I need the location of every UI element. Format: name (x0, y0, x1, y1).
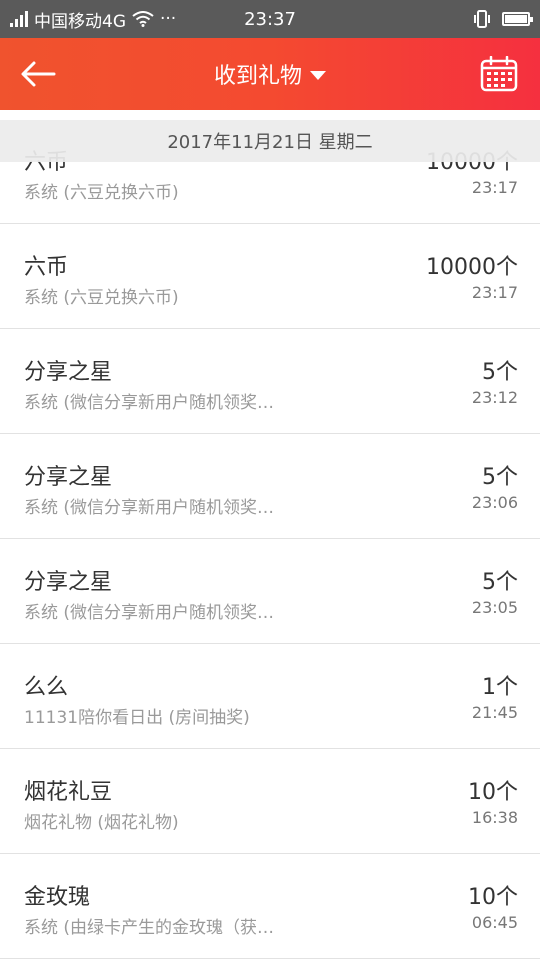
list-item[interactable]: 金玫瑰 系统 (由绿卡产生的金玫瑰（获… 10个 06:45 (0, 855, 540, 959)
gift-time: 23:05 (471, 598, 518, 617)
gift-source: 系统 (微信分享新用户随机领奖… (24, 603, 275, 623)
gift-time: 23:17 (471, 283, 518, 302)
gift-source: 系统 (六豆兑换六币) (24, 183, 179, 203)
list-item[interactable]: 么么 11131陪你看日出 (房间抽奖) 1个 21:45 (0, 645, 540, 749)
date-header: 2017年11月21日 星期二 (0, 120, 540, 162)
gift-name: 分享之星 (24, 570, 113, 595)
gift-time: 23:17 (471, 178, 518, 197)
vibrate-icon (474, 10, 490, 28)
gift-quantity: 5个 (482, 360, 518, 385)
gift-quantity: 5个 (482, 570, 518, 595)
gift-name: 金玫瑰 (24, 885, 91, 910)
signal-icon (10, 11, 28, 27)
gift-list[interactable]: 2017年11月21日 星期二 六币 系统 (六豆兑换六币) 10000个 23… (0, 110, 540, 960)
gift-source: 系统 (微信分享新用户随机领奖… (24, 393, 275, 413)
gift-time: 16:38 (471, 808, 518, 827)
list-item[interactable]: 分享之星 系统 (微信分享新用户随机领奖… 5个 23:12 (0, 330, 540, 434)
gift-quantity: 1个 (482, 675, 518, 700)
gift-time: 21:45 (471, 703, 518, 722)
status-left: 中国移动4G ··· (10, 7, 176, 32)
gift-time: 06:45 (471, 913, 518, 932)
gift-source: 系统 (微信分享新用户随机领奖… (24, 498, 275, 518)
gift-name: 六币 (24, 255, 69, 280)
status-bar: 中国移动4G ··· 23:37 (0, 0, 540, 38)
gift-source: 烟花礼物 (烟花礼物) (24, 813, 179, 833)
caret-down-icon (310, 70, 326, 80)
app-bar: 收到礼物 (0, 38, 540, 110)
gift-time: 23:06 (471, 493, 518, 512)
gift-name: 分享之星 (24, 465, 113, 490)
list-item[interactable]: 六币 系统 (六豆兑换六币) 10000个 23:17 (0, 225, 540, 329)
list-item[interactable]: 分享之星 系统 (微信分享新用户随机领奖… 5个 23:06 (0, 435, 540, 539)
gift-quantity: 10个 (468, 885, 518, 910)
gift-name: 烟花礼豆 (24, 780, 113, 805)
list-item[interactable]: 分享之星 系统 (微信分享新用户随机领奖… 5个 23:05 (0, 540, 540, 644)
status-right (472, 10, 533, 28)
calendar-icon[interactable] (480, 56, 518, 92)
more-dots: ··· (160, 9, 177, 29)
battery-icon (502, 12, 533, 26)
list-item[interactable]: 烟花礼豆 烟花礼物 (烟花礼物) 10个 16:38 (0, 750, 540, 854)
gift-name: 么么 (24, 675, 69, 700)
gift-quantity: 10个 (468, 780, 518, 805)
carrier-label: 中国移动4G (34, 11, 126, 32)
gift-time: 23:12 (471, 388, 518, 407)
gift-source: 系统 (六豆兑换六币) (24, 288, 179, 308)
wifi-icon (132, 11, 154, 27)
page-title: 收到礼物 (213, 64, 302, 89)
title-dropdown[interactable]: 收到礼物 (214, 58, 326, 90)
gift-quantity: 10000个 (426, 255, 518, 280)
gift-source: 11131陪你看日出 (房间抽奖) (24, 708, 250, 728)
gift-quantity: 5个 (482, 465, 518, 490)
gift-name: 分享之星 (24, 360, 113, 385)
back-arrow-icon[interactable] (18, 54, 58, 94)
gift-source: 系统 (由绿卡产生的金玫瑰（获… (24, 918, 275, 938)
